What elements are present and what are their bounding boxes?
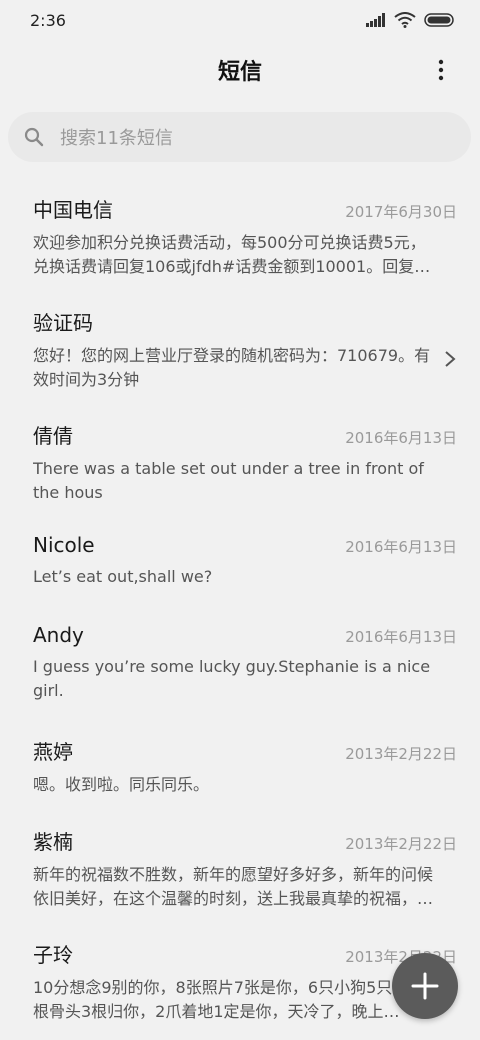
signal-icon [366, 13, 385, 27]
conversation-item[interactable]: Andy 2016年6月13日 I guess you’re some luck… [33, 623, 457, 703]
conversation-date: 2016年6月13日 [345, 429, 457, 447]
conversation-name: 紫楠 [33, 830, 73, 854]
status-icons [366, 12, 454, 28]
conversation-preview: There was a table set out under a tree i… [33, 459, 424, 502]
status-bar: 2:36 [0, 0, 480, 40]
conversation-item[interactable]: 燕婷 2013年2月22日 嗯。收到啦。同乐同乐。 [33, 736, 457, 797]
conversation-preview: Let’s eat out,shall we? [33, 567, 213, 586]
conversation-item[interactable]: 中国电信 2017年6月30日 欢迎参加积分兑换话费活动，每500分可兑换话费5… [33, 194, 457, 279]
conversation-date: 2013年2月22日 [345, 835, 457, 853]
conversation-preview: I guess you’re some lucky guy.Stephanie … [33, 657, 431, 700]
new-message-button[interactable] [392, 953, 458, 1019]
conversation-item[interactable]: Nicole 2016年6月13日 Let’s eat out,shall we… [33, 533, 457, 589]
conversation-preview: 嗯。收到啦。同乐同乐。 [33, 775, 210, 794]
conversation-name: 倩倩 [33, 424, 73, 448]
conversation-name: Nicole [33, 533, 95, 557]
more-options-button[interactable] [428, 57, 454, 83]
conversation-preview: 欢迎参加积分兑换话费活动，每500分可兑换话费5元，兑换话费请回复106或jfd… [33, 233, 431, 276]
conversation-preview: 新年的祝福数不胜数，新年的愿望好多好多，新年的问候依旧美好，在这个温馨的时刻，送… [33, 865, 433, 908]
wifi-icon [394, 12, 416, 28]
search-icon [24, 127, 44, 147]
status-time: 2:36 [30, 10, 66, 30]
app-header: 短信 [0, 40, 480, 100]
conversation-item[interactable]: 紫楠 2013年2月22日 新年的祝福数不胜数，新年的愿望好多好多，新年的问候依… [33, 826, 457, 911]
conversation-date: 2016年6月13日 [345, 538, 457, 556]
page-title: 短信 [217, 60, 262, 85]
conversation-name: Andy [33, 623, 84, 647]
conversation-name: 验证码 [33, 311, 93, 335]
conversation-item[interactable]: 验证码 您好！您的网上营业厅登录的随机密码为：710679。有效时间为3分钟 [33, 307, 457, 392]
search-input[interactable]: 搜索11条短信 [8, 112, 471, 162]
conversation-preview: 您好！您的网上营业厅登录的随机密码为：710679。有效时间为3分钟 [33, 346, 431, 389]
conversation-item[interactable]: 倩倩 2016年6月13日 There was a table set out … [33, 420, 457, 505]
conversation-name: 中国电信 [33, 198, 113, 222]
conversation-date: 2017年6月30日 [345, 203, 457, 221]
search-placeholder: 搜索11条短信 [60, 128, 173, 149]
conversation-date: 2016年6月13日 [345, 628, 457, 646]
chevron-right-icon [445, 351, 456, 367]
battery-icon [424, 13, 454, 27]
plus-icon [411, 972, 439, 1000]
conversation-name: 子玲 [33, 943, 73, 967]
conversation-preview: 10分想念9别的你，8张照片7张是你，6只小狗5只，4根骨头3根归你，2爪着地1… [33, 978, 419, 1021]
more-vertical-icon [438, 59, 444, 81]
conversation-name: 燕婷 [33, 740, 73, 764]
conversation-date: 2013年2月22日 [345, 745, 457, 763]
